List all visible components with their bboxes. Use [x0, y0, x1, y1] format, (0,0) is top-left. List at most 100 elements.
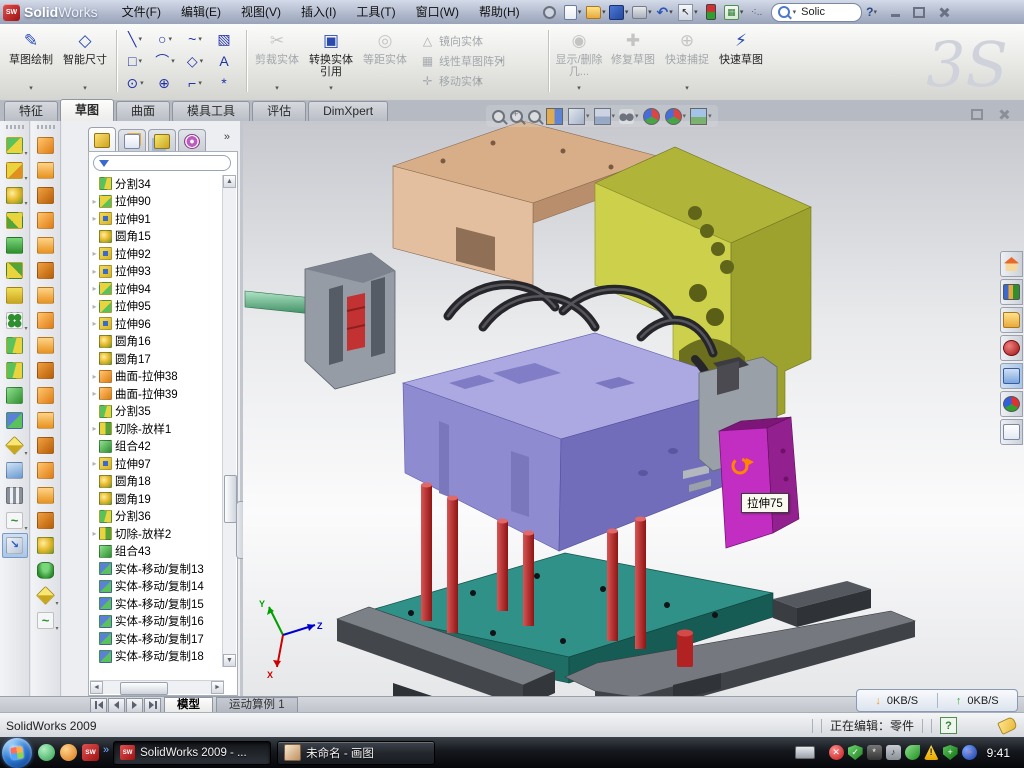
toolbar-button[interactable]: [2, 383, 28, 408]
scroll-down-icon[interactable]: ▼: [223, 654, 236, 667]
feature-tree-item[interactable]: ▸切除-放样2: [90, 525, 224, 543]
feature-tree-item[interactable]: ▸切除-放样1: [90, 420, 224, 438]
feature-tree-item[interactable]: ▸拉伸94: [90, 280, 224, 298]
expand-arrow-icon[interactable]: ▸: [90, 389, 99, 398]
tab-evaluate[interactable]: 评估: [252, 101, 306, 121]
toolbar-grip[interactable]: [37, 125, 55, 129]
panel-more-chevron[interactable]: »: [224, 131, 230, 143]
toolbar-button[interactable]: [33, 533, 59, 558]
doc-close-button[interactable]: [993, 106, 1013, 122]
toolbar-button[interactable]: [33, 183, 59, 208]
rectangle-tool[interactable]: □▾: [120, 50, 150, 72]
model-tab[interactable]: 模型: [164, 697, 213, 713]
ellipse-tool[interactable]: ◇▾: [180, 50, 210, 72]
toolbar-button[interactable]: ~▾: [2, 508, 28, 533]
sketch-fillet-tool[interactable]: ⌐▾: [180, 72, 210, 94]
warning-tray-icon[interactable]: !: [924, 745, 939, 760]
task-pane-button[interactable]: [1000, 307, 1023, 333]
menu-item[interactable]: 窗口(W): [406, 1, 469, 24]
feature-tree-item[interactable]: 实体-移动/复制15: [90, 595, 224, 613]
view-tool-button[interactable]: ▾: [568, 108, 590, 125]
toolbar-button[interactable]: [33, 283, 59, 308]
close-button[interactable]: [933, 4, 953, 20]
view-tool-button[interactable]: ▾: [665, 108, 687, 125]
select-button[interactable]: ↖▾: [678, 3, 698, 21]
model-view[interactable]: Y Z X: [243, 121, 1024, 696]
print-button[interactable]: ▾: [632, 3, 652, 21]
tab-sketch[interactable]: 草图: [60, 99, 114, 121]
feature-tree-item[interactable]: 圆角18: [90, 473, 224, 491]
task-pane-button[interactable]: [1000, 251, 1023, 277]
expand-arrow-icon[interactable]: ▸: [90, 459, 99, 468]
model-red-cylinder[interactable]: [677, 630, 693, 668]
feature-tree-item[interactable]: ▸拉伸91: [90, 210, 224, 228]
tab-surfaces[interactable]: 曲面: [116, 101, 170, 121]
line-tool[interactable]: ╲▾: [120, 28, 150, 50]
scroll-up-icon[interactable]: ▲: [223, 175, 236, 188]
display-delete-relations-button[interactable]: ◉显示/删除几...▾: [552, 26, 606, 94]
view-tool-button[interactable]: [528, 110, 542, 123]
toolbar-button[interactable]: [33, 408, 59, 433]
arc-tool[interactable]: ⌒▾: [150, 50, 180, 72]
menu-item[interactable]: 文件(F): [112, 1, 171, 24]
open-file-button[interactable]: ▾: [586, 3, 606, 21]
feature-tree-item[interactable]: 实体-移动/复制16: [90, 613, 224, 631]
spline-tool[interactable]: ~▾: [180, 28, 210, 50]
toolbar-button[interactable]: [33, 133, 59, 158]
feature-tree-item[interactable]: ▸拉伸95: [90, 298, 224, 316]
toolbar-button[interactable]: [2, 233, 28, 258]
toolbar-button[interactable]: [2, 408, 28, 433]
rapid-sketch-button[interactable]: ⚡快速草图: [714, 26, 768, 94]
linear-sketch-pattern-button[interactable]: ▦线性草图阵列▾: [420, 52, 505, 70]
expand-arrow-icon[interactable]: ▸: [90, 267, 99, 276]
feature-tree-item[interactable]: ▸拉伸96: [90, 315, 224, 333]
menu-item[interactable]: 编辑(E): [171, 1, 231, 24]
expand-arrow-icon[interactable]: ▸: [90, 372, 99, 381]
tab-mold-tools[interactable]: 模具工具: [172, 101, 250, 121]
help-button[interactable]: ?: [866, 5, 873, 19]
toolbar-button[interactable]: [33, 333, 59, 358]
taskbar-task-button[interactable]: 未命名 - 画图: [277, 741, 435, 765]
view-tool-button[interactable]: ▾: [619, 109, 639, 124]
select-region-tool[interactable]: ▧: [210, 28, 240, 50]
feature-tree-item[interactable]: 圆角17: [90, 350, 224, 368]
tree-vertical-scrollbar[interactable]: ▲ ▼: [222, 175, 236, 667]
input-method-icon[interactable]: [795, 746, 815, 759]
tab-nav-first-icon[interactable]: [90, 698, 107, 713]
motion-study-tab[interactable]: 运动算例 1: [216, 697, 298, 713]
feature-tree-item[interactable]: ▸拉伸97: [90, 455, 224, 473]
offset-entities-button[interactable]: ◎等距实体: [358, 26, 412, 94]
toolbar-button[interactable]: [33, 383, 59, 408]
feature-tree-item[interactable]: ▸拉伸90: [90, 193, 224, 211]
toolbar-button[interactable]: [33, 458, 59, 483]
panel-tab[interactable]: [88, 127, 116, 152]
move-entities-button[interactable]: ✛移动实体▾: [420, 72, 483, 90]
scroll-left-icon[interactable]: ◄: [90, 681, 103, 694]
point-tool[interactable]: *: [210, 72, 240, 94]
launch-messenger-icon[interactable]: [38, 744, 55, 761]
tree-horizontal-scrollbar[interactable]: ◄ ►: [90, 680, 224, 694]
feature-tree-item[interactable]: 圆角16: [90, 333, 224, 351]
tab-nav-prev-icon[interactable]: [108, 698, 125, 713]
panel-tab[interactable]: [148, 129, 176, 152]
search-caret-icon[interactable]: ▾: [793, 8, 797, 16]
graphics-area[interactable]: Y Z X 拉伸75: [243, 121, 1024, 696]
toolbar-button[interactable]: ▾: [2, 133, 28, 158]
search-box[interactable]: ▾: [771, 3, 863, 22]
more-tools-button[interactable]: ⁖..: [747, 3, 767, 21]
feature-tree-item[interactable]: 组合43: [90, 543, 224, 561]
feature-tree-item[interactable]: 圆角15: [90, 228, 224, 246]
taskbar-task-button[interactable]: SWSolidWorks 2009 - ...: [113, 741, 271, 765]
view-tool-button[interactable]: [492, 110, 506, 123]
undo-button[interactable]: ↶▾: [655, 3, 675, 21]
sketch-button[interactable]: ✎草图绘制▾: [4, 26, 58, 94]
feature-tree-item[interactable]: 圆角19: [90, 490, 224, 508]
interference-check-button[interactable]: [701, 3, 721, 21]
toolbar-button[interactable]: [2, 458, 28, 483]
feature-tree-item[interactable]: 分割35: [90, 403, 224, 421]
expand-arrow-icon[interactable]: ▸: [90, 319, 99, 328]
repair-sketch-button[interactable]: ✚修复草图: [606, 26, 660, 94]
toolbar-button[interactable]: [33, 433, 59, 458]
feature-tree-item[interactable]: 分割36: [90, 508, 224, 526]
task-pane-button[interactable]: [1000, 391, 1023, 417]
